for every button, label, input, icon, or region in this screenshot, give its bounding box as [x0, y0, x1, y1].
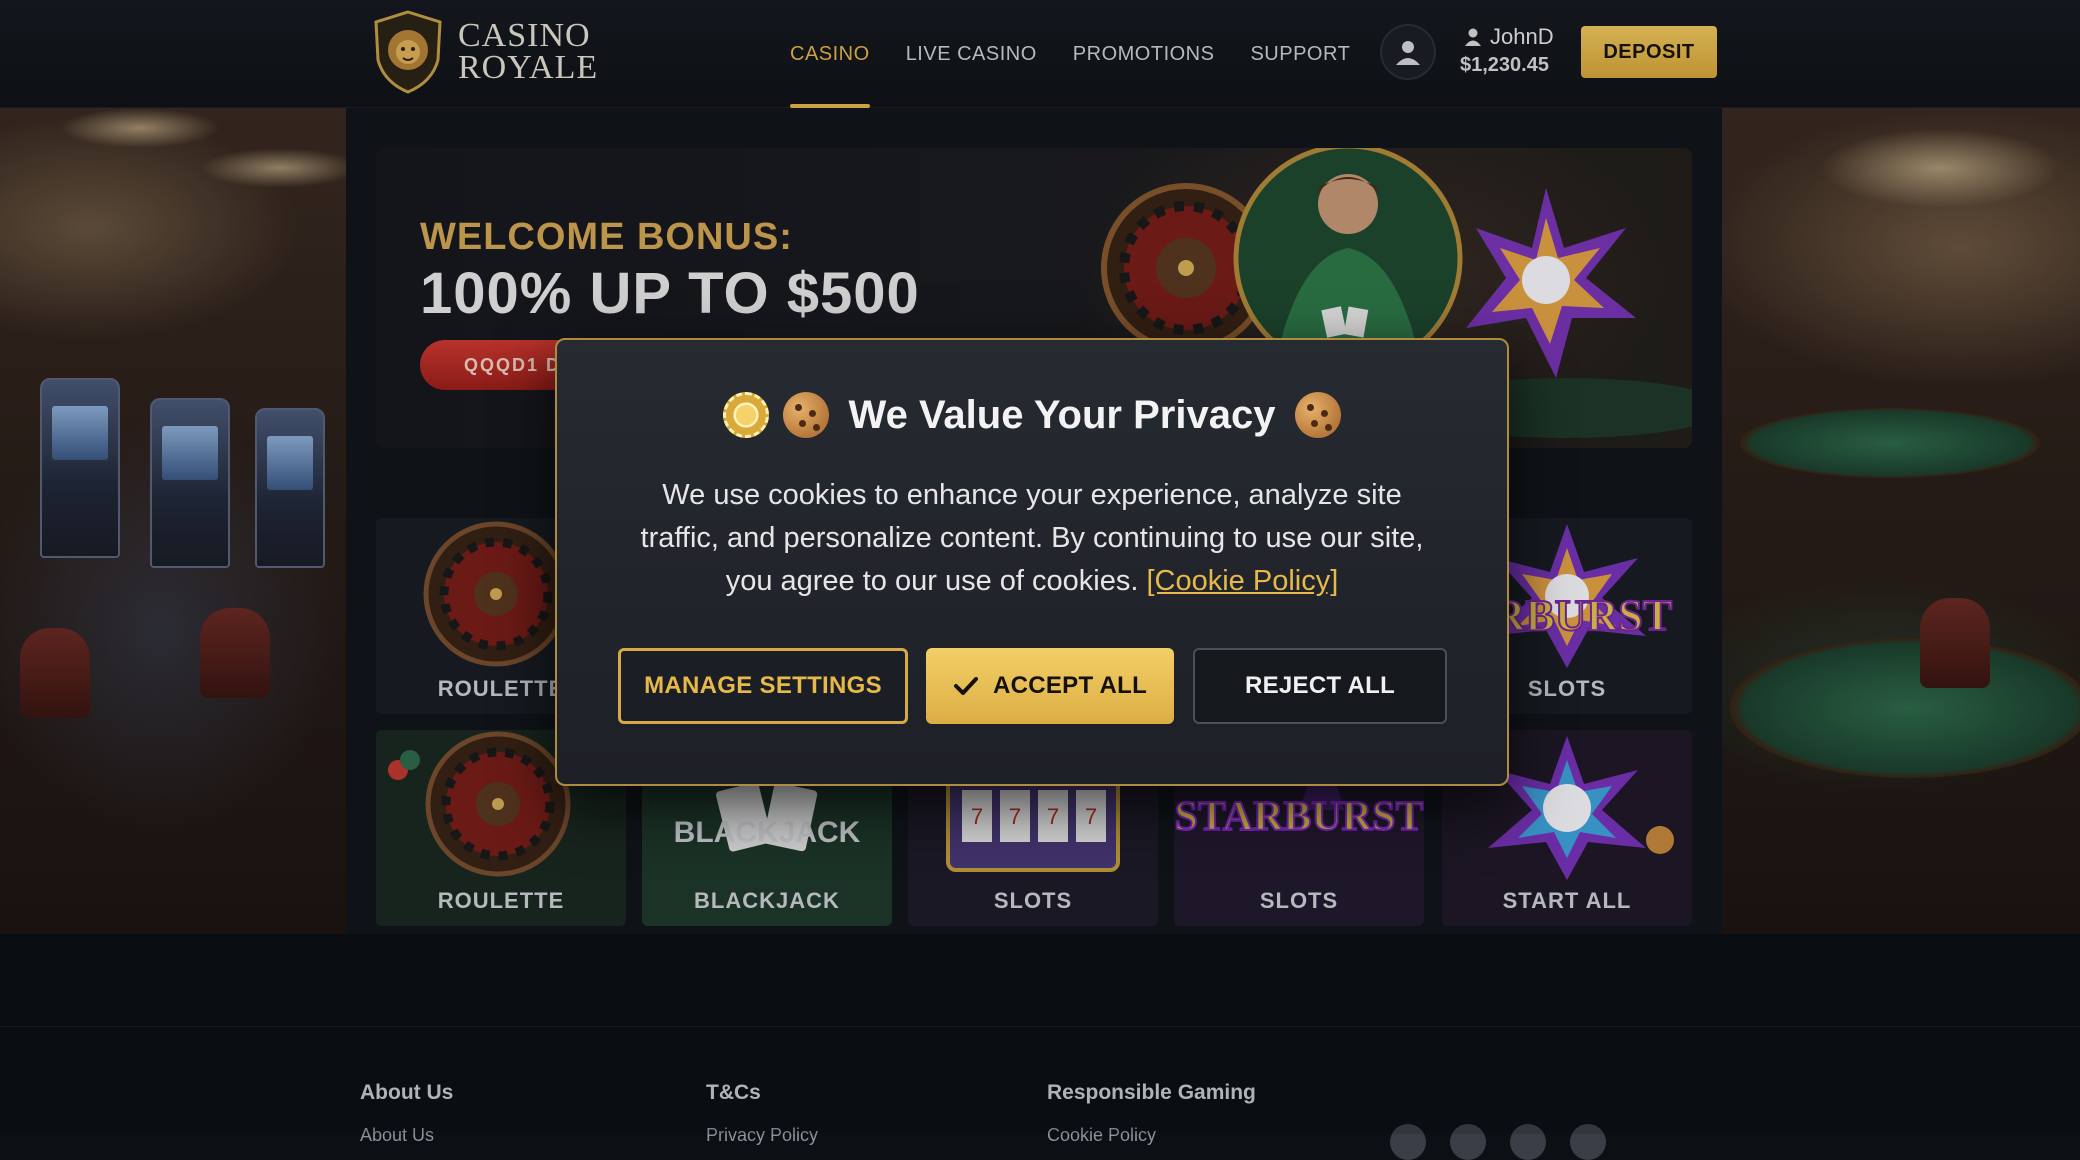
casino-chip-icon	[722, 392, 769, 438]
cookie-dialog-header: We Value Your Privacy	[557, 392, 1507, 438]
checkmark-icon	[953, 677, 978, 695]
cookie-consent-dialog: We Value Your Privacy We use cookies to …	[555, 338, 1509, 786]
cookie-icon	[1295, 392, 1342, 438]
reject-all-button[interactable]: REJECT ALL	[1193, 648, 1447, 724]
accept-all-label: ACCEPT ALL	[992, 672, 1148, 699]
accept-all-button[interactable]: ACCEPT ALL	[926, 648, 1174, 724]
manage-settings-button[interactable]: MANAGE SETTINGS	[618, 648, 908, 724]
cookie-icon	[782, 392, 829, 438]
cookie-dialog-title: We Value Your Privacy	[848, 392, 1276, 437]
cookie-policy-link[interactable]: [Cookie Policy]	[1146, 565, 1338, 597]
cookie-dialog-body: We use cookies to enhance your experienc…	[627, 474, 1437, 603]
